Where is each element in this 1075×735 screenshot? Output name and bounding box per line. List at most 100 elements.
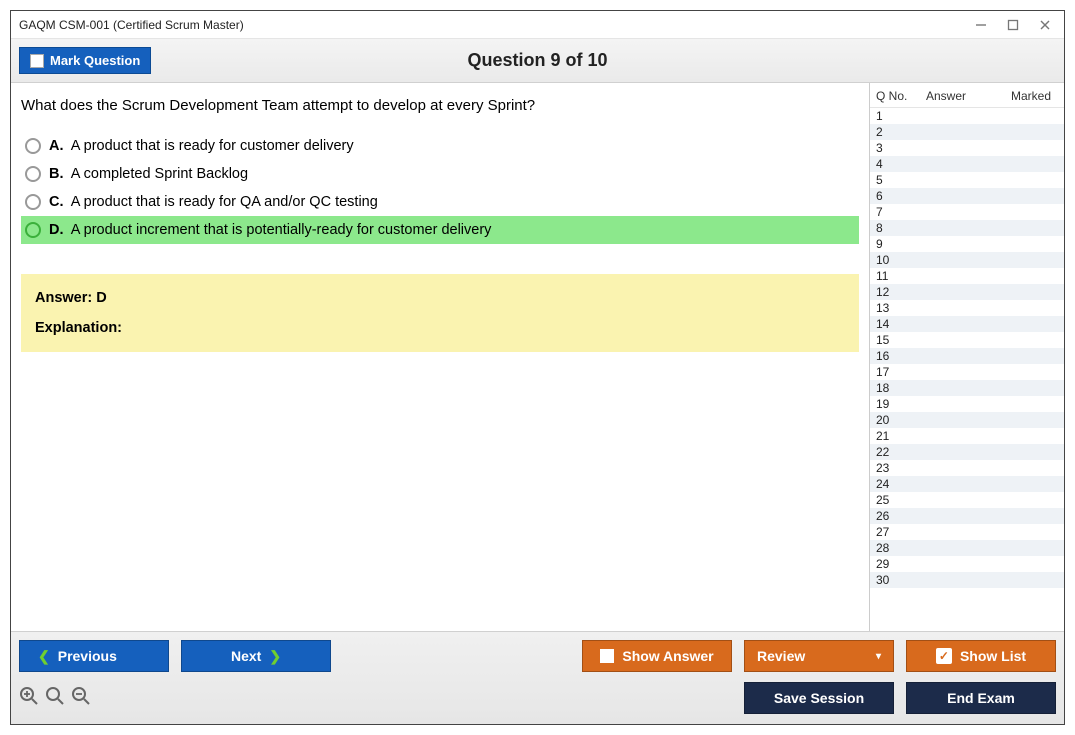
row-marked (1004, 157, 1058, 171)
row-qno: 16 (876, 349, 918, 363)
row-qno: 2 (876, 125, 918, 139)
question-list-row[interactable]: 2 (870, 124, 1064, 140)
row-marked (1004, 109, 1058, 123)
question-list-row[interactable]: 23 (870, 460, 1064, 476)
choice-row[interactable]: C. A product that is ready for QA and/or… (21, 188, 859, 216)
question-list-row[interactable]: 7 (870, 204, 1064, 220)
end-exam-button[interactable]: End Exam (906, 682, 1056, 714)
choices-list: A. A product that is ready for customer … (21, 132, 859, 244)
question-list-row[interactable]: 22 (870, 444, 1064, 460)
row-answer (918, 573, 1004, 587)
question-list[interactable]: 1234567891011121314151617181920212223242… (870, 108, 1064, 631)
row-answer (918, 413, 1004, 427)
question-list-row[interactable]: 11 (870, 268, 1064, 284)
question-list-row[interactable]: 1 (870, 108, 1064, 124)
next-button[interactable]: Next ❯ (181, 640, 331, 672)
question-list-row[interactable]: 14 (870, 316, 1064, 332)
question-list-row[interactable]: 19 (870, 396, 1064, 412)
question-list-row[interactable]: 15 (870, 332, 1064, 348)
choice-row[interactable]: D. A product increment that is potential… (21, 216, 859, 244)
question-list-row[interactable]: 29 (870, 556, 1064, 572)
question-list-row[interactable]: 12 (870, 284, 1064, 300)
show-list-button[interactable]: ✓ Show List (906, 640, 1056, 672)
question-list-row[interactable]: 27 (870, 524, 1064, 540)
next-label: Next (231, 648, 261, 664)
question-list-row[interactable]: 6 (870, 188, 1064, 204)
row-marked (1004, 189, 1058, 203)
answer-box: Answer: D Explanation: (21, 274, 859, 352)
row-qno: 18 (876, 381, 918, 395)
row-marked (1004, 413, 1058, 427)
question-text: What does the Scrum Development Team att… (21, 97, 859, 114)
choice-text: A. A product that is ready for customer … (49, 138, 354, 154)
question-list-row[interactable]: 20 (870, 412, 1064, 428)
row-answer (918, 365, 1004, 379)
question-list-row[interactable]: 18 (870, 380, 1064, 396)
question-list-row[interactable]: 4 (870, 156, 1064, 172)
choice-row[interactable]: B. A completed Sprint Backlog (21, 160, 859, 188)
row-qno: 24 (876, 477, 918, 491)
question-list-row[interactable]: 26 (870, 508, 1064, 524)
row-qno: 7 (876, 205, 918, 219)
maximize-icon[interactable] (1006, 18, 1020, 32)
radio-icon[interactable] (25, 194, 41, 210)
row-qno: 14 (876, 317, 918, 331)
question-list-row[interactable]: 17 (870, 364, 1064, 380)
save-session-button[interactable]: Save Session (744, 682, 894, 714)
row-answer (918, 557, 1004, 571)
previous-button[interactable]: ❮ Previous (19, 640, 169, 672)
row-marked (1004, 557, 1058, 571)
question-list-row[interactable]: 24 (870, 476, 1064, 492)
row-marked (1004, 205, 1058, 219)
question-list-row[interactable]: 13 (870, 300, 1064, 316)
row-answer (918, 445, 1004, 459)
row-marked (1004, 461, 1058, 475)
row-answer (918, 333, 1004, 347)
row-marked (1004, 445, 1058, 459)
row-marked (1004, 509, 1058, 523)
title-bar: GAQM CSM-001 (Certified Scrum Master) (11, 11, 1064, 39)
explanation-label: Explanation: (35, 320, 122, 336)
row-marked (1004, 349, 1058, 363)
zoom-reset-icon[interactable] (45, 686, 65, 711)
row-answer (918, 525, 1004, 539)
question-list-row[interactable]: 21 (870, 428, 1064, 444)
question-list-row[interactable]: 25 (870, 492, 1064, 508)
show-answer-label: Show Answer (622, 648, 713, 664)
col-marked-header: Marked (1004, 89, 1058, 103)
row-answer (918, 141, 1004, 155)
row-answer (918, 237, 1004, 251)
row-answer (918, 205, 1004, 219)
question-list-row[interactable]: 10 (870, 252, 1064, 268)
choice-text: B. A completed Sprint Backlog (49, 166, 248, 182)
row-answer (918, 541, 1004, 555)
radio-icon[interactable] (25, 222, 41, 238)
col-answer-header: Answer (918, 89, 1004, 103)
question-list-row[interactable]: 8 (870, 220, 1064, 236)
zoom-out-icon[interactable] (71, 686, 91, 711)
question-list-row[interactable]: 16 (870, 348, 1064, 364)
choice-row[interactable]: A. A product that is ready for customer … (21, 132, 859, 160)
zoom-controls (19, 686, 91, 711)
question-list-row[interactable]: 5 (870, 172, 1064, 188)
row-marked (1004, 285, 1058, 299)
question-list-row[interactable]: 9 (870, 236, 1064, 252)
zoom-in-icon[interactable] (19, 686, 39, 711)
footer: ❮ Previous Next ❯ Show Answer Review ▾ ✓… (11, 631, 1064, 724)
radio-icon[interactable] (25, 138, 41, 154)
row-answer (918, 317, 1004, 331)
radio-icon[interactable] (25, 166, 41, 182)
review-button[interactable]: Review ▾ (744, 640, 894, 672)
close-icon[interactable] (1038, 18, 1052, 32)
question-list-row[interactable]: 3 (870, 140, 1064, 156)
chevron-down-icon: ▾ (876, 651, 881, 662)
question-list-row[interactable]: 30 (870, 572, 1064, 588)
mark-question-button[interactable]: Mark Question (19, 47, 151, 74)
row-answer (918, 157, 1004, 171)
chevron-right-icon: ❯ (269, 648, 281, 665)
minimize-icon[interactable] (974, 18, 988, 32)
show-answer-button[interactable]: Show Answer (582, 640, 732, 672)
toolbar: Mark Question Question 9 of 10 (11, 39, 1064, 83)
question-list-row[interactable]: 28 (870, 540, 1064, 556)
row-marked (1004, 397, 1058, 411)
